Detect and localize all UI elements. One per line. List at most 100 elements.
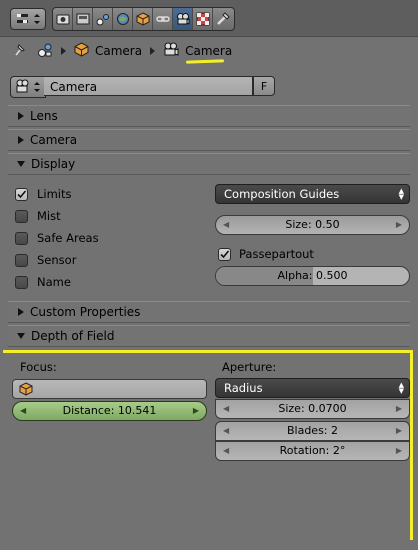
sensor-checkbox-row[interactable]: Sensor (15, 249, 99, 271)
camera-datablock: Camera F (10, 76, 275, 98)
rotation-value: Rotation: 2° (279, 444, 346, 457)
breadcrumb-object: Camera (95, 44, 143, 58)
camera-data-tab[interactable] (173, 8, 193, 30)
decrement-arrow-icon[interactable]: ◀ (223, 216, 229, 234)
panel-camera-header[interactable]: Camera (8, 129, 410, 151)
passepartout-checkbox[interactable] (218, 247, 231, 261)
properties-header (0, 0, 418, 37)
breadcrumb-separator (61, 47, 66, 55)
display-checkboxes: Limits Mist Safe Areas Sensor Name (15, 183, 99, 293)
size-value: Size: 0.50 (285, 218, 340, 231)
focus-label: Focus: (20, 360, 57, 374)
focus-object-field[interactable] (12, 379, 207, 399)
menu-label: Radius (224, 381, 263, 395)
pin-icon[interactable] (13, 42, 27, 61)
limits-checkbox[interactable] (15, 187, 28, 201)
decrement-arrow-icon[interactable]: ◀ (223, 442, 229, 460)
menu-label: Composition Guides (224, 187, 340, 201)
safe-areas-checkbox[interactable] (15, 231, 28, 245)
aperture-type-menu[interactable]: Radius ▲ ▼ (215, 378, 410, 398)
constraints-tab[interactable] (153, 8, 173, 30)
object-icon (74, 42, 89, 60)
mist-checkbox[interactable] (15, 209, 28, 223)
collapsed-arrow-icon (18, 112, 24, 120)
panel-title: Display (31, 157, 76, 171)
constraints-icon (155, 16, 170, 22)
alpha-value: Alpha: 0.500 (277, 269, 348, 282)
scene-icon (37, 42, 53, 61)
passepartout-checkbox-row[interactable]: Passepartout (218, 243, 314, 265)
aperture-rotation-field[interactable]: ◀ Rotation: 2° ▶ (215, 441, 410, 461)
world-tab[interactable] (113, 8, 133, 30)
aperture-label: Aperture: (222, 360, 277, 374)
physics-tab[interactable] (213, 8, 233, 30)
up-down-arrows-icon: ▲ ▼ (398, 381, 404, 395)
distance-value: Distance: 10.541 (62, 404, 157, 417)
display-size-field[interactable]: ◀ Size: 0.50 ▶ (215, 215, 410, 235)
check-icon (17, 189, 27, 198)
panel-display-header[interactable]: Display (8, 153, 410, 175)
breadcrumb-camera-data: Camera (185, 44, 233, 58)
decrement-arrow-icon[interactable]: ◀ (223, 400, 229, 418)
expanded-arrow-icon (17, 161, 25, 167)
camera-name-field[interactable]: Camera (44, 76, 253, 96)
check-icon (220, 249, 230, 258)
editor-type-button[interactable] (10, 8, 46, 30)
panel-title: Lens (30, 109, 58, 123)
panel-depth-of-field-header[interactable]: Depth of Field (8, 325, 410, 347)
object-tab[interactable] (133, 8, 153, 30)
panel-title: Depth of Field (31, 329, 115, 343)
panel-lens-header[interactable]: Lens (8, 105, 410, 127)
aperture-blades-field[interactable]: ◀ Blades: 2 ▶ (215, 421, 410, 441)
checkbox-label: Safe Areas (37, 231, 99, 245)
camera-data-icon (163, 42, 179, 60)
checkbox-label: Mist (37, 209, 61, 223)
render-layers-tab[interactable] (73, 8, 93, 30)
passepartout-alpha-slider[interactable]: Alpha: 0.500 (215, 266, 410, 286)
aperture-size-field[interactable]: ◀ Size: 0.0700 ▶ (215, 399, 410, 419)
yellow-highlight-line (410, 350, 413, 540)
collapsed-arrow-icon (18, 136, 24, 144)
aperture-size-value: Size: 0.0700 (278, 402, 347, 415)
checkbox-label: Name (37, 275, 71, 289)
decrement-arrow-icon[interactable]: ◀ (20, 402, 26, 420)
render-icon (56, 14, 69, 25)
limits-checkbox-row[interactable]: Limits (15, 183, 99, 205)
focus-distance-field[interactable]: ◀ Distance: 10.541 ▶ (12, 401, 207, 421)
name-checkbox-row[interactable]: Name (15, 271, 99, 293)
world-icon (116, 13, 129, 25)
object-icon (19, 382, 33, 396)
increment-arrow-icon[interactable]: ▶ (396, 400, 402, 418)
panel-title: Custom Properties (30, 305, 141, 319)
camera-data-icon (16, 79, 40, 93)
physics-icon (217, 12, 230, 25)
texture-icon (196, 12, 209, 26)
increment-arrow-icon[interactable]: ▶ (396, 442, 402, 460)
checkbox-label: Limits (37, 187, 72, 201)
mist-checkbox-row[interactable]: Mist (15, 205, 99, 227)
composition-guides-menu[interactable]: Composition Guides ▲ ▼ (215, 184, 410, 204)
checkbox-label: Sensor (37, 253, 77, 267)
up-down-arrows-icon: ▲ ▼ (398, 187, 404, 201)
increment-arrow-icon[interactable]: ▶ (193, 402, 199, 420)
decrement-arrow-icon[interactable]: ◀ (223, 422, 229, 440)
checkbox-label: Passepartout (239, 247, 314, 261)
safe-areas-checkbox-row[interactable]: Safe Areas (15, 227, 99, 249)
panel-title: Camera (30, 133, 78, 147)
increment-arrow-icon[interactable]: ▶ (396, 422, 402, 440)
render-layers-icon (76, 13, 89, 25)
browse-camera-button[interactable] (10, 76, 46, 98)
sensor-checkbox[interactable] (15, 253, 28, 267)
panel-custom-properties-header[interactable]: Custom Properties (8, 301, 410, 323)
fake-user-button[interactable]: F (253, 76, 275, 96)
increment-arrow-icon[interactable]: ▶ (396, 216, 402, 234)
scene-tab[interactable] (93, 8, 113, 30)
render-tab[interactable] (53, 8, 73, 30)
object-icon (136, 12, 149, 26)
collapsed-arrow-icon (18, 308, 24, 316)
texture-tab[interactable] (193, 8, 213, 30)
name-checkbox[interactable] (15, 275, 28, 289)
camera-data-icon (176, 13, 189, 25)
blades-value: Blades: 2 (286, 424, 339, 437)
breadcrumb-separator (150, 47, 156, 55)
